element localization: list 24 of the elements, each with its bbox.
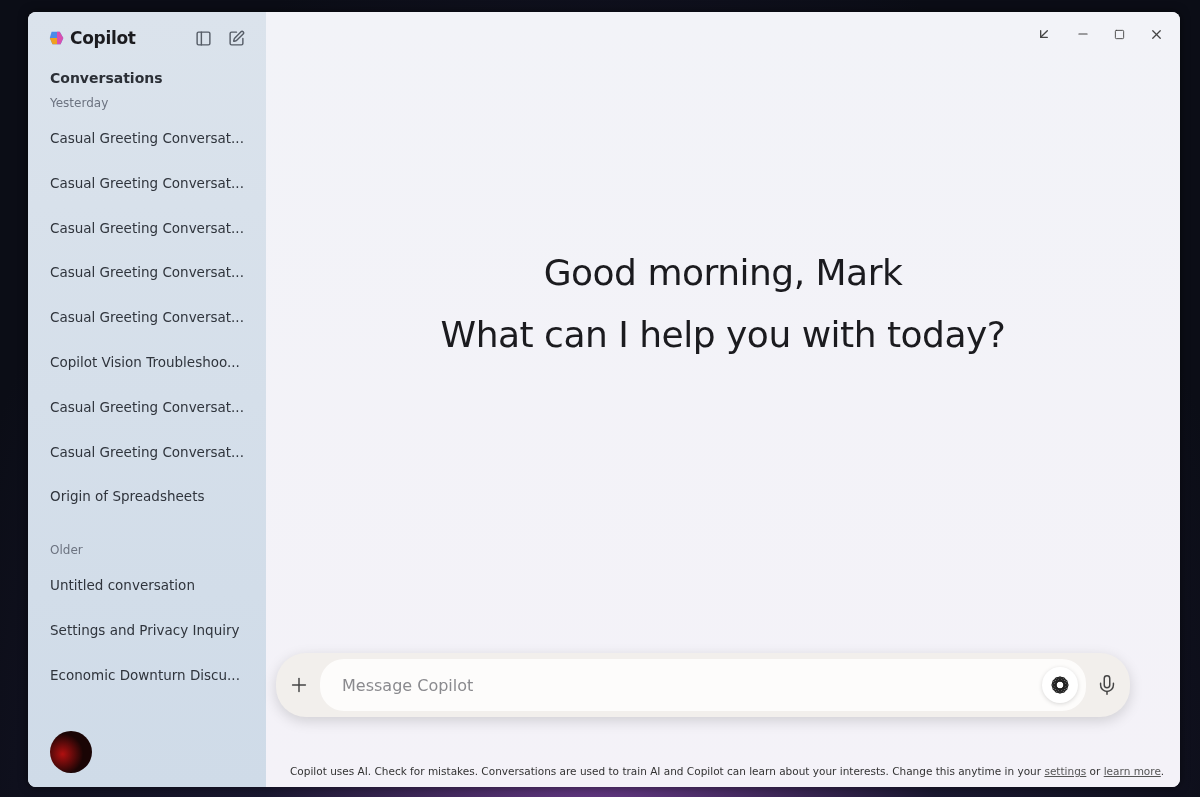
conversation-item[interactable]: Origin of Spreadsheets xyxy=(28,474,266,520)
conversation-item[interactable]: Untitled conversation xyxy=(28,563,266,608)
app-name: Copilot xyxy=(70,28,137,48)
conversation-item[interactable]: Casual Greeting Conversat... xyxy=(28,295,266,340)
group-label: Older xyxy=(49,543,84,558)
disclaimer-text: Copilot uses AI. Check for mistakes. Conversations are used to train AI and Copilot can learn about your interests. Change this anytime in your settings or learn more. xyxy=(289,764,1166,779)
avatar[interactable] xyxy=(50,731,92,773)
conversation-item[interactable]: Casual Greeting Conversat... xyxy=(28,250,266,296)
conversation-item[interactable]: Economic Downturn Discu... xyxy=(28,652,266,698)
message-input[interactable]: Message Copilot xyxy=(320,659,1086,711)
logo-icon xyxy=(48,29,66,47)
conversation-item[interactable]: Casual Greeting Conversat... xyxy=(28,160,266,206)
conversation-item[interactable]: Casual Greeting Conversat... xyxy=(28,205,266,251)
footer-link[interactable]: settings xyxy=(1044,765,1087,777)
group-label: Yesterday xyxy=(49,96,110,110)
footer-link[interactable]: learn more xyxy=(1103,765,1161,777)
conversation-item[interactable]: Copilot Vision Troubleshoo... xyxy=(28,340,266,385)
conversation-item[interactable]: Casual Greeting Conversat... xyxy=(28,116,266,161)
conversation-item[interactable]: Settings and Privacy Inquiry xyxy=(28,607,266,653)
conversation-item[interactable]: Casual Greeting Conversat... xyxy=(28,429,266,475)
greeting-subtitle: What can I help you with today? xyxy=(440,312,1006,357)
conversations-heading: Conversations xyxy=(49,70,164,86)
greeting-title: Good morning, Mark xyxy=(543,250,903,295)
conversation-item[interactable]: Casual Greeting Conversat... xyxy=(28,384,266,430)
